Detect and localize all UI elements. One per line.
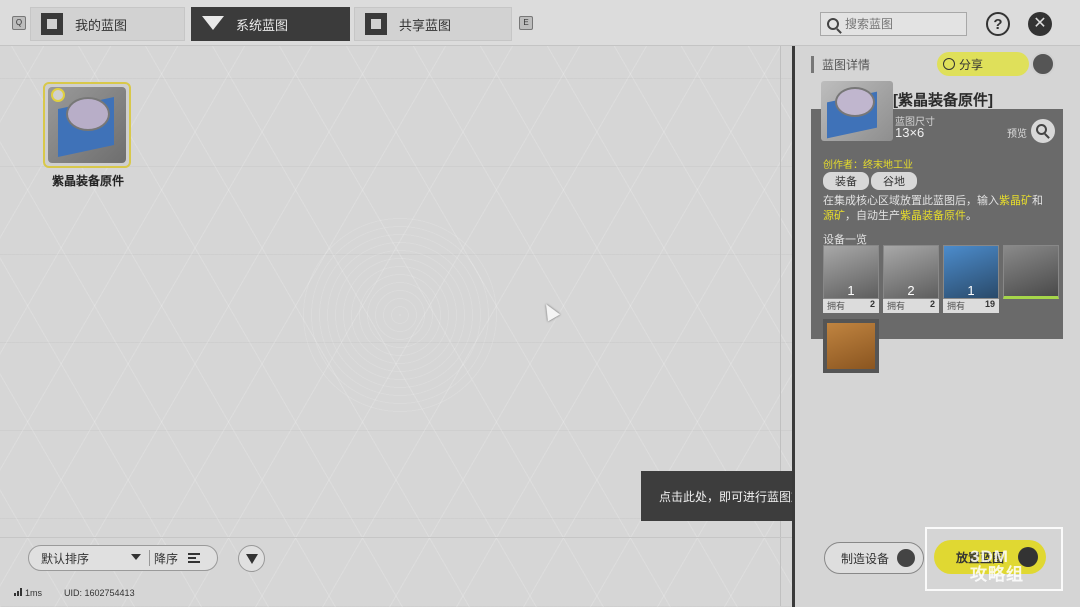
tag: 装备 xyxy=(823,172,869,190)
equipment-grid: 1 拥有 2 2 拥有 2 1 拥有 19 xyxy=(823,245,1063,389)
equipment-owned: 拥有 19 xyxy=(943,299,999,313)
panel-divider xyxy=(780,46,781,606)
owned-label: 拥有 xyxy=(947,301,966,311)
desc-highlight: 紫晶装备原件 xyxy=(900,210,966,222)
author-text: 创作者：终末地工业 xyxy=(823,160,913,171)
tag: 谷地 xyxy=(871,172,917,190)
chevron-down-icon xyxy=(131,553,141,560)
craft-label: 制造设备 xyxy=(841,551,890,566)
share-blueprint-icon xyxy=(365,13,387,35)
equipment-owned: 拥有 2 xyxy=(883,299,939,313)
blueprint-card[interactable] xyxy=(43,82,131,168)
panel-header: 蓝图详情 xyxy=(811,56,870,73)
sort-control: 默认排序 降序 xyxy=(28,545,218,571)
endfield-logo-icon xyxy=(202,13,224,35)
tab-system-blueprints[interactable]: 系统蓝图 xyxy=(191,7,350,41)
equipment-item[interactable]: 1 拥有 19 xyxy=(943,245,999,315)
sort-select[interactable]: 默认排序 xyxy=(29,550,149,567)
signal-icon xyxy=(14,588,22,596)
ping-text: 1ms xyxy=(25,588,43,598)
owned-label: 拥有 xyxy=(887,301,906,311)
top-bar: Q 我的蓝图 系统蓝图 共享蓝图 E ? ✕ xyxy=(0,0,1080,46)
equipment-item[interactable] xyxy=(823,319,879,389)
tab-label: 我的蓝图 xyxy=(75,17,128,33)
equipment-quantity: 1 xyxy=(847,283,855,298)
equipment-image: 1 xyxy=(943,245,999,299)
tab-label: 系统蓝图 xyxy=(236,17,289,33)
equipment-image: 1 xyxy=(823,245,879,299)
search-box[interactable] xyxy=(820,12,967,36)
key-hint-q: Q xyxy=(12,16,26,30)
desc-highlight: 紫晶矿 xyxy=(999,195,1032,207)
owned-label: 拥有 xyxy=(827,301,846,311)
blueprint-title: [紫晶装备原件] xyxy=(893,92,993,109)
thumb-disk xyxy=(66,97,110,131)
check-circle-icon xyxy=(943,58,955,70)
help-button[interactable]: ? xyxy=(986,12,1010,36)
equipment-item[interactable] xyxy=(1003,245,1059,315)
craft-equipment-button[interactable]: 制造设备 xyxy=(824,542,924,574)
equipment-item[interactable]: 2 拥有 2 xyxy=(883,245,939,315)
tab-my-blueprints[interactable]: 我的蓝图 xyxy=(30,7,185,41)
close-button[interactable]: ✕ xyxy=(1028,12,1052,36)
share-button[interactable]: 分享 xyxy=(937,52,1029,76)
owned-count: 19 xyxy=(984,299,995,309)
equipment-quantity: 1 xyxy=(967,283,975,298)
blueprint-description: 在集成核心区域放置此蓝图后，输入紫晶矿和源矿，自动生产紫晶装备原件。 xyxy=(823,194,1053,224)
equipment-quantity: 2 xyxy=(907,283,915,298)
tag-list: 装备 谷地 xyxy=(823,172,917,190)
filter-button[interactable] xyxy=(238,545,265,572)
equipment-image xyxy=(823,319,879,373)
share-label: 分享 xyxy=(959,57,984,72)
size-value: 13×6 xyxy=(895,125,925,140)
desc-text: 在集成核心区域放置此蓝图后，输入 xyxy=(823,195,999,207)
blueprint-detail-panel: 蓝图详情 分享 [紫晶装备原件] 蓝图尺寸 13×6 预览 创作者：终末地工业 … xyxy=(792,46,1080,607)
order-label: 降序 xyxy=(154,551,179,566)
search-input[interactable] xyxy=(845,17,955,31)
equipment-owned: 拥有 2 xyxy=(823,299,879,313)
owned-count: 2 xyxy=(929,299,935,309)
status-bar: 1ms UID: 1602754413 xyxy=(14,588,135,598)
sort-label: 默认排序 xyxy=(41,551,90,566)
equipment-item[interactable]: 1 拥有 2 xyxy=(823,245,879,315)
preview-label: 预览 xyxy=(1007,129,1027,140)
sort-order-icon xyxy=(188,553,201,563)
center-ring-decoration xyxy=(300,215,500,415)
equipment-image xyxy=(1003,245,1059,299)
search-icon xyxy=(827,18,839,30)
share-settings-button[interactable] xyxy=(1031,52,1055,76)
selected-check-icon xyxy=(51,88,65,102)
toolbar-divider xyxy=(0,537,792,538)
detail-thumbnail xyxy=(821,81,893,141)
blueprint-icon xyxy=(41,13,63,35)
ping-indicator: 1ms xyxy=(14,588,42,598)
owned-count: 2 xyxy=(869,299,875,309)
desc-text: 。 xyxy=(966,210,977,222)
preview-button[interactable] xyxy=(1031,119,1055,143)
sort-order-toggle[interactable]: 降序 xyxy=(150,550,201,567)
desc-text: 和 xyxy=(1032,195,1043,207)
thumb-disk xyxy=(835,87,875,117)
blueprint-card-name: 紫晶装备原件 xyxy=(51,174,124,188)
equipment-image: 2 xyxy=(883,245,939,299)
desc-highlight: 源矿 xyxy=(823,210,845,222)
tab-label: 共享蓝图 xyxy=(399,17,452,33)
hammer-icon xyxy=(897,549,916,567)
desc-text: ，自动生产 xyxy=(845,210,900,222)
tab-shared-blueprints[interactable]: 共享蓝图 xyxy=(354,7,512,41)
zoom-icon xyxy=(1036,124,1047,135)
watermark: 3DM 攻略组 xyxy=(970,547,1024,584)
key-hint-e: E xyxy=(519,16,533,30)
uid-text: UID: 1602754413 xyxy=(64,588,135,598)
